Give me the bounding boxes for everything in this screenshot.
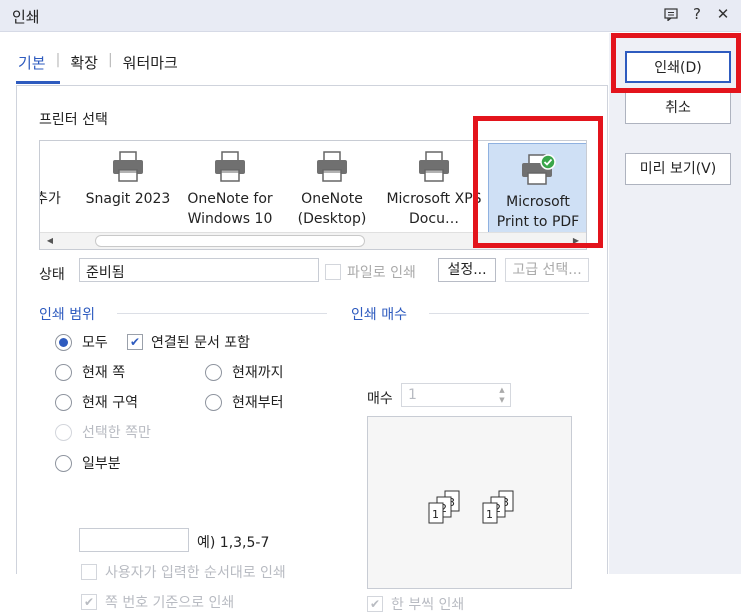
scroll-left-icon[interactable]: ◀ <box>42 234 58 248</box>
copies-label: 매수 <box>367 391 393 407</box>
tab-watermark[interactable]: 워터마크 <box>121 49 180 76</box>
radio-icon <box>55 423 72 441</box>
checkbox-label: 사용자가 입력한 순서대로 인쇄 <box>105 565 286 581</box>
collate-checkbox[interactable]: ✔ 한 부씩 인쇄 <box>367 594 464 614</box>
active-tab-indicator <box>16 81 60 84</box>
printer-default-icon <box>489 144 586 186</box>
collate-preview: 3 2 1 3 2 1 <box>367 416 572 589</box>
svg-text:1: 1 <box>486 508 493 521</box>
tab-separator: | <box>55 52 61 68</box>
radio-current-page[interactable]: 현재 쪽 <box>55 362 125 382</box>
tab-separator: | <box>107 52 113 68</box>
printer-label: Snagit 2023 <box>85 191 171 207</box>
radio-some-pages[interactable]: 일부분 <box>55 453 121 473</box>
radio-label: 현재 쪽 <box>82 365 126 381</box>
radio-icon <box>55 363 72 381</box>
printer-list-scrollbar[interactable]: ◀ ▶ <box>40 232 586 249</box>
radio-icon <box>205 363 222 381</box>
radio-label: 모두 <box>82 335 108 351</box>
radio-to-current[interactable]: 현재까지 <box>205 362 284 382</box>
radio-icon <box>55 454 72 472</box>
radio-label: 선택한 쪽만 <box>82 425 151 441</box>
scrollbar-thumb[interactable] <box>95 235 365 247</box>
cancel-button[interactable]: 취소 <box>625 92 731 124</box>
preview-button[interactable]: 미리 보기(V) <box>625 153 731 185</box>
svg-text:1: 1 <box>432 508 439 521</box>
radio-selected-pages[interactable]: 선택한 쪽만 <box>55 422 151 442</box>
checkbox-label: 쪽 번호 기준으로 인쇄 <box>105 595 235 611</box>
page-range-input[interactable] <box>79 528 189 552</box>
checkbox-label: 한 부씩 인쇄 <box>391 597 465 613</box>
feedback-icon[interactable] <box>663 5 679 25</box>
radio-label: 현재 구역 <box>82 395 138 411</box>
checkbox-icon <box>325 264 341 280</box>
printer-item-print-to-pdf[interactable]: Microsoft Print to PDF <box>488 143 586 236</box>
spin-down-icon[interactable]: ▼ <box>496 395 508 405</box>
radio-all[interactable]: 모두 <box>55 332 108 352</box>
printer-icon <box>384 141 484 183</box>
radio-label: 일부분 <box>82 456 121 472</box>
user-order-checkbox[interactable]: 사용자가 입력한 순서대로 인쇄 <box>81 562 286 582</box>
checkmark-icon: ✔ <box>127 334 143 350</box>
include-linked-checkbox[interactable]: ✔ 연결된 문서 포함 <box>127 332 250 352</box>
print-to-file-label: 파일로 인쇄 <box>347 265 416 281</box>
printer-icon <box>180 141 280 183</box>
help-icon[interactable]: ? <box>689 5 705 25</box>
copies-value: 1 <box>408 387 417 403</box>
printer-settings-button[interactable]: 설정... <box>438 258 496 282</box>
tab-extended[interactable]: 확장 <box>68 49 100 76</box>
checkmark-icon: ✔ <box>367 596 383 612</box>
radio-from-current[interactable]: 현재부터 <box>205 392 284 412</box>
printer-item-onenote-desktop[interactable]: OneNote (Desktop) <box>282 141 382 234</box>
radio-selected-icon <box>55 333 72 351</box>
window-title: 인쇄 <box>12 8 40 26</box>
printer-item-onenote-win10[interactable]: OneNote for Windows 10 <box>180 141 280 234</box>
title-bar-icons: ? ✕ <box>663 5 731 25</box>
title-bar: 인쇄 ? ✕ <box>0 0 741 32</box>
printer-label: OneNote for Windows 10 <box>187 191 273 227</box>
divider <box>117 313 327 314</box>
copies-stepper[interactable]: 1 ▲ ▼ <box>401 383 511 407</box>
printer-list[interactable]: 추가 Snagit 2023 OneNote for Windows 10 On… <box>39 140 587 250</box>
printer-item-snagit[interactable]: Snagit 2023 <box>78 141 178 234</box>
page-number-based-checkbox[interactable]: ✔ 쪽 번호 기준으로 인쇄 <box>81 592 234 612</box>
printer-section-title: 프린터 선택 <box>39 112 108 128</box>
copies-title: 인쇄 매수 <box>351 307 407 323</box>
radio-icon <box>205 393 222 411</box>
print-to-file-checkbox[interactable]: 파일로 인쇄 <box>325 262 416 282</box>
printer-icon <box>282 141 382 183</box>
print-button[interactable]: 인쇄(D) <box>625 51 731 83</box>
action-panel: 인쇄(D) 취소 미리 보기(V) <box>609 33 741 574</box>
radio-current-section[interactable]: 현재 구역 <box>55 392 138 412</box>
printer-icon <box>78 141 178 183</box>
close-icon[interactable]: ✕ <box>715 5 731 25</box>
checkbox-icon <box>81 564 97 580</box>
spin-up-icon[interactable]: ▲ <box>496 385 508 395</box>
main-panel: 기본 | 확장 | 워터마크 프린터 선택 추가 Snagit 2023 O <box>0 33 609 613</box>
checkmark-icon: ✔ <box>81 594 97 610</box>
status-label: 상태 <box>39 267 65 283</box>
status-field: 준비됨 <box>79 258 319 282</box>
radio-label: 현재부터 <box>232 395 284 411</box>
advanced-options-button[interactable]: 고급 선택... <box>505 258 589 282</box>
scroll-right-icon[interactable]: ▶ <box>568 234 584 248</box>
print-range-title: 인쇄 범위 <box>39 307 95 323</box>
radio-label: 현재까지 <box>232 365 284 381</box>
checkbox-label: 연결된 문서 포함 <box>151 335 251 351</box>
page-range-example: 예) 1,3,5-7 <box>197 535 270 551</box>
divider <box>429 313 589 314</box>
radio-icon <box>55 393 72 411</box>
printer-label: OneNote (Desktop) <box>297 191 367 227</box>
tab-content: 프린터 선택 추가 Snagit 2023 OneNote for Window… <box>16 85 608 613</box>
printer-item-xps[interactable]: Microsoft XPS Docu… <box>384 141 484 234</box>
tab-basic[interactable]: 기본 <box>16 49 48 76</box>
printer-label: Microsoft Print to PDF <box>496 194 580 230</box>
printer-label: Microsoft XPS Docu… <box>386 191 482 227</box>
collate-pages-icon: 3 2 1 3 2 1 <box>423 489 523 533</box>
